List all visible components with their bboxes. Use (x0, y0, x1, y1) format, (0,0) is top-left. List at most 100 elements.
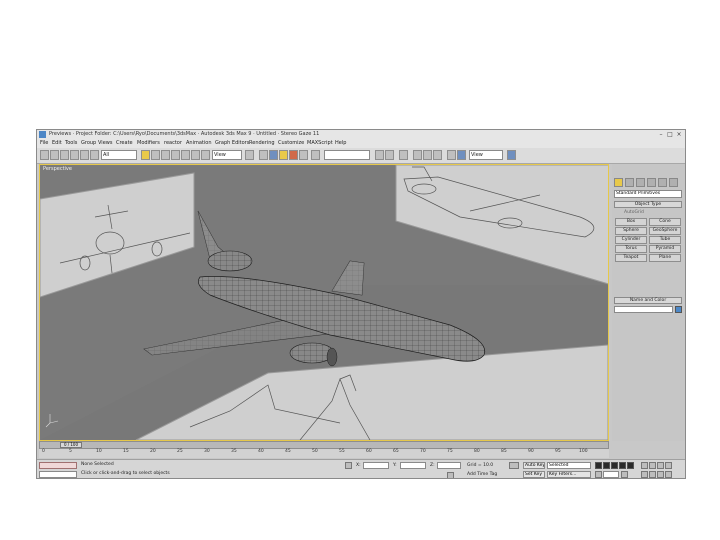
select-rotate-icon[interactable] (191, 150, 200, 160)
menu-animation[interactable]: Animation (186, 139, 212, 148)
sphere-button[interactable]: Sphere (615, 227, 647, 235)
zoom-extents-icon[interactable] (657, 462, 664, 469)
x-coordinate-field[interactable] (363, 462, 389, 469)
pan-view-icon[interactable] (649, 471, 656, 478)
quick-render-icon[interactable] (507, 150, 516, 160)
pyramid-button[interactable]: Pyramid (649, 245, 681, 253)
category-dropdown[interactable]: Standard Primitives (614, 190, 682, 198)
key-mode-toggle-icon[interactable] (595, 471, 602, 478)
track-bar[interactable]: 0 5 10 15 20 25 30 35 40 45 50 55 60 65 … (39, 449, 609, 458)
selection-filter-dropdown[interactable]: All (101, 150, 137, 160)
menu-reactor[interactable]: reactor (164, 139, 182, 148)
spinner-snap-icon[interactable] (299, 150, 308, 160)
angle-snap-icon[interactable] (279, 150, 288, 160)
close-icon[interactable]: × (675, 130, 683, 139)
hierarchy-tab-icon[interactable] (636, 178, 645, 187)
key-mode-icon[interactable] (509, 462, 519, 469)
maxscript-listener[interactable] (39, 462, 77, 469)
pivot-center-icon[interactable] (245, 150, 254, 160)
menu-maxscript[interactable]: MAXScript (307, 139, 333, 148)
selected-dropdown[interactable]: Selected (547, 462, 591, 469)
auto-key-button[interactable]: Auto Key (523, 462, 545, 469)
maximize-icon[interactable]: □ (666, 130, 674, 139)
create-tab-icon[interactable] (614, 178, 623, 187)
paint-select-icon[interactable] (90, 150, 99, 160)
coord-system-dropdown[interactable]: View (212, 150, 242, 160)
name-color-rollout[interactable]: Name and Color (614, 297, 682, 304)
select-by-name-icon[interactable] (151, 150, 160, 160)
object-type-rollout[interactable]: Object Type (614, 201, 682, 208)
snap-toggle-icon[interactable] (269, 150, 278, 160)
undo-icon[interactable] (40, 150, 49, 160)
menu-rendering[interactable]: Rendering (249, 139, 275, 148)
schematic-view-icon[interactable] (423, 150, 432, 160)
zoom-extents-all-icon[interactable] (665, 462, 672, 469)
time-tag-icon[interactable] (447, 472, 454, 478)
go-to-start-icon[interactable] (595, 462, 602, 469)
layer-manager-icon[interactable] (399, 150, 408, 160)
autogrid-checkbox[interactable]: AutoGrid (624, 210, 644, 215)
link-icon[interactable] (60, 150, 69, 160)
time-slider[interactable]: 0 / 100 (39, 441, 609, 449)
modify-tab-icon[interactable] (625, 178, 634, 187)
render-type-dropdown[interactable]: View (469, 150, 503, 160)
mirror-icon[interactable] (375, 150, 384, 160)
menu-help[interactable]: Help (335, 139, 346, 148)
geosphere-button[interactable]: GeoSphere (649, 227, 681, 235)
render-frame-icon[interactable] (457, 150, 466, 160)
next-frame-icon[interactable] (619, 462, 626, 469)
manipulate-icon[interactable] (259, 150, 268, 160)
bind-space-warp-icon[interactable] (80, 150, 89, 160)
render-setup-icon[interactable] (447, 150, 456, 160)
menu-create[interactable]: Create (116, 139, 133, 148)
menu-views[interactable]: Views (98, 139, 112, 148)
select-move-icon[interactable] (181, 150, 190, 160)
time-slider-thumb[interactable]: 0 / 100 (60, 442, 82, 448)
box-button[interactable]: Box (615, 218, 647, 226)
torus-button[interactable]: Torus (615, 245, 647, 253)
lock-selection-icon[interactable] (345, 462, 352, 469)
set-key-button[interactable]: Set Key (523, 471, 545, 478)
object-color-swatch[interactable] (675, 306, 682, 313)
align-icon[interactable] (385, 150, 394, 160)
menu-modifiers[interactable]: Modifiers (137, 139, 160, 148)
maximize-viewport-icon[interactable] (665, 471, 672, 478)
add-time-tag[interactable]: Add Time Tag (467, 472, 497, 477)
minimize-icon[interactable]: – (657, 130, 665, 139)
window-crossing-icon[interactable] (171, 150, 180, 160)
select-scale-icon[interactable] (201, 150, 210, 160)
select-object-icon[interactable] (141, 150, 150, 160)
go-to-end-icon[interactable] (627, 462, 634, 469)
menu-edit[interactable]: Edit (52, 139, 62, 148)
redo-icon[interactable] (50, 150, 59, 160)
menu-customize[interactable]: Customize (278, 139, 304, 148)
rectangular-region-icon[interactable] (161, 150, 170, 160)
named-selection-dropdown[interactable] (324, 150, 370, 160)
play-icon[interactable] (611, 462, 618, 469)
menu-graph-editors[interactable]: Graph Editors (215, 139, 249, 148)
menu-group[interactable]: Group (81, 139, 96, 148)
zoom-all-icon[interactable] (649, 462, 656, 469)
percent-snap-icon[interactable] (289, 150, 298, 160)
motion-tab-icon[interactable] (647, 178, 656, 187)
cylinder-button[interactable]: Cylinder (615, 236, 647, 244)
teapot-button[interactable]: Teapot (615, 254, 647, 262)
zoom-icon[interactable] (641, 462, 648, 469)
edit-named-selection-icon[interactable] (311, 150, 320, 160)
unlink-icon[interactable] (70, 150, 79, 160)
menu-file[interactable]: File (40, 139, 48, 148)
perspective-viewport[interactable]: Perspective (39, 164, 609, 441)
field-of-view-icon[interactable] (641, 471, 648, 478)
display-tab-icon[interactable] (658, 178, 667, 187)
curve-editor-icon[interactable] (413, 150, 422, 160)
z-coordinate-field[interactable] (437, 462, 461, 469)
menu-tools[interactable]: Tools (65, 139, 77, 148)
time-configuration-icon[interactable] (621, 471, 628, 478)
previous-frame-icon[interactable] (603, 462, 610, 469)
tube-button[interactable]: Tube (649, 236, 681, 244)
current-frame-field[interactable] (603, 471, 619, 478)
material-editor-icon[interactable] (433, 150, 442, 160)
utilities-tab-icon[interactable] (669, 178, 678, 187)
maxscript-mini-listener[interactable] (39, 471, 77, 478)
object-name-field[interactable] (614, 306, 673, 313)
